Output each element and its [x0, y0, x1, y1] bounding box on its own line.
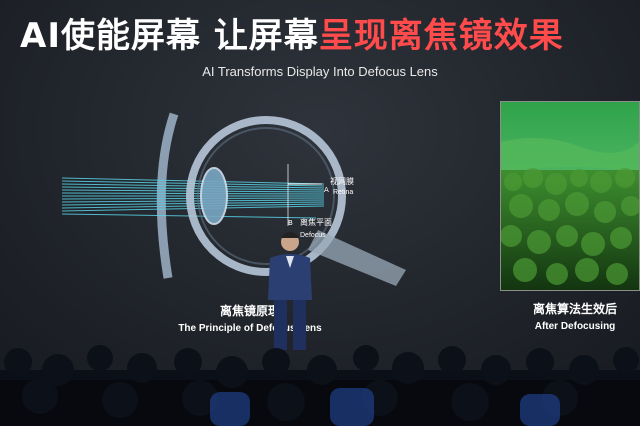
speaker-figure	[268, 232, 312, 350]
title-part-3: 呈现离焦镜效果	[318, 16, 564, 56]
eye-diagram: 视网膜 A Retina B 离焦平面 Defocus	[61, 112, 406, 286]
slide-title: AI使能屏幕 让屏幕呈现离焦镜效果	[0, 8, 640, 57]
slide-subtitle: AI Transforms Display Into Defocus Lens	[202, 64, 438, 79]
label-a-letter: A	[324, 186, 329, 194]
right-caption: 离焦算法生效后 After Defocusing	[510, 300, 640, 332]
label-a-zh: 视网膜	[330, 176, 354, 186]
left-caption-zh: 离焦镜原理	[219, 304, 280, 318]
left-caption: 离焦镜原理 The Principle of Defocus Lens	[150, 302, 350, 334]
title-part-1: AI使能屏幕	[20, 16, 214, 56]
label-b-letter: B	[288, 219, 293, 227]
audience-silhouettes	[0, 345, 640, 426]
title-part-2: 让屏幕	[213, 16, 319, 56]
presentation-screen: AI使能屏幕 让屏幕呈现离焦镜效果 AI Transforms Display …	[0, 0, 640, 370]
lens	[200, 167, 228, 225]
label-b-zh: 离焦平面	[300, 217, 332, 227]
forest-picture	[501, 102, 639, 290]
right-caption-en: After Defocusing	[534, 321, 616, 332]
forest-image	[500, 101, 640, 291]
label-a-en: Retina	[333, 189, 353, 196]
right-caption-zh: 离焦算法生效后	[532, 302, 617, 316]
left-caption-en: The Principle of Defocus Lens	[178, 323, 322, 334]
